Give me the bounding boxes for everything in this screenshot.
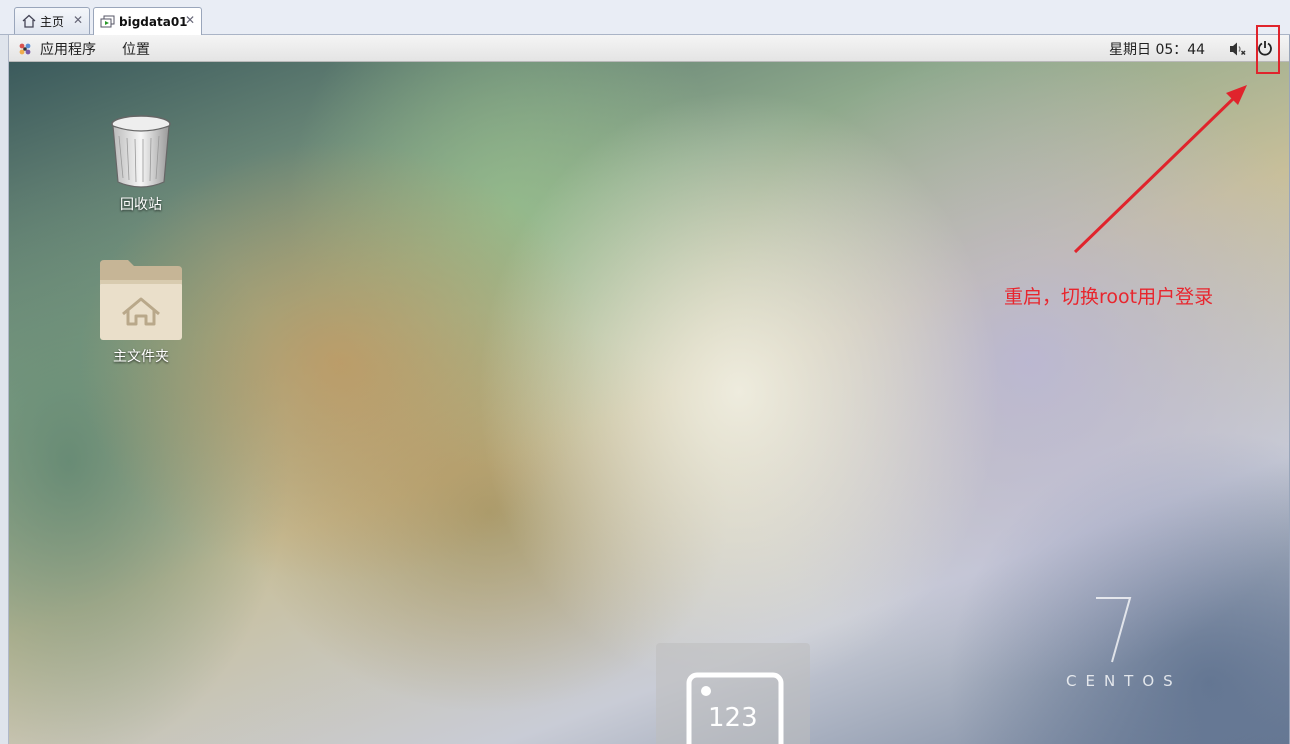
clock[interactable]: 星期日 05：44 bbox=[1109, 39, 1205, 59]
tab-bigdata01-close-icon[interactable]: ✕ bbox=[185, 13, 195, 27]
places-menu[interactable]: 位置 bbox=[122, 39, 150, 59]
tab-home-label: 主页 bbox=[40, 14, 65, 29]
trash-desktop-icon[interactable]: 回收站 bbox=[86, 114, 196, 214]
tab-home[interactable]: 主页 ✕ bbox=[14, 7, 90, 34]
gnome-foot-icon bbox=[17, 41, 33, 57]
vm-icon bbox=[100, 14, 116, 30]
centos-logo-text: CENTOS bbox=[1066, 672, 1182, 690]
vm-frame-left bbox=[0, 35, 9, 744]
applications-menu-label: 应用程序 bbox=[40, 42, 96, 58]
keyboard-layout-indicator[interactable]: 123 bbox=[656, 643, 810, 744]
annotation-highlight-box bbox=[1256, 25, 1280, 74]
gnome-top-bar: 应用程序 位置 星期日 05：44 bbox=[9, 35, 1289, 62]
home-icon bbox=[21, 13, 37, 29]
home-folder-icon bbox=[86, 258, 196, 346]
trash-icon bbox=[86, 114, 196, 194]
vm-tab-strip: 主页 ✕ bigdata01 ✕ bbox=[0, 0, 1290, 35]
centos-logo: CENTOS bbox=[1064, 592, 1174, 692]
home-folder-desktop-icon[interactable]: 主文件夹 bbox=[86, 258, 196, 366]
tab-bigdata01-label: bigdata01 bbox=[119, 14, 188, 29]
tab-home-close-icon[interactable]: ✕ bbox=[73, 13, 83, 27]
trash-label: 回收站 bbox=[120, 197, 162, 213]
tab-bigdata01[interactable]: bigdata01 ✕ bbox=[93, 7, 202, 35]
keyboard-layout-text: 123 bbox=[708, 703, 758, 733]
applications-menu[interactable]: 应用程序 bbox=[17, 39, 96, 59]
desktop-background: 回收站 主文件夹 123 CENTOS 重启，切换root用户登录 bbox=[9, 62, 1289, 744]
annotation-text: 重启，切换root用户登录 bbox=[1004, 286, 1214, 308]
home-folder-label: 主文件夹 bbox=[113, 349, 169, 365]
volume-muted-icon[interactable] bbox=[1229, 41, 1247, 61]
